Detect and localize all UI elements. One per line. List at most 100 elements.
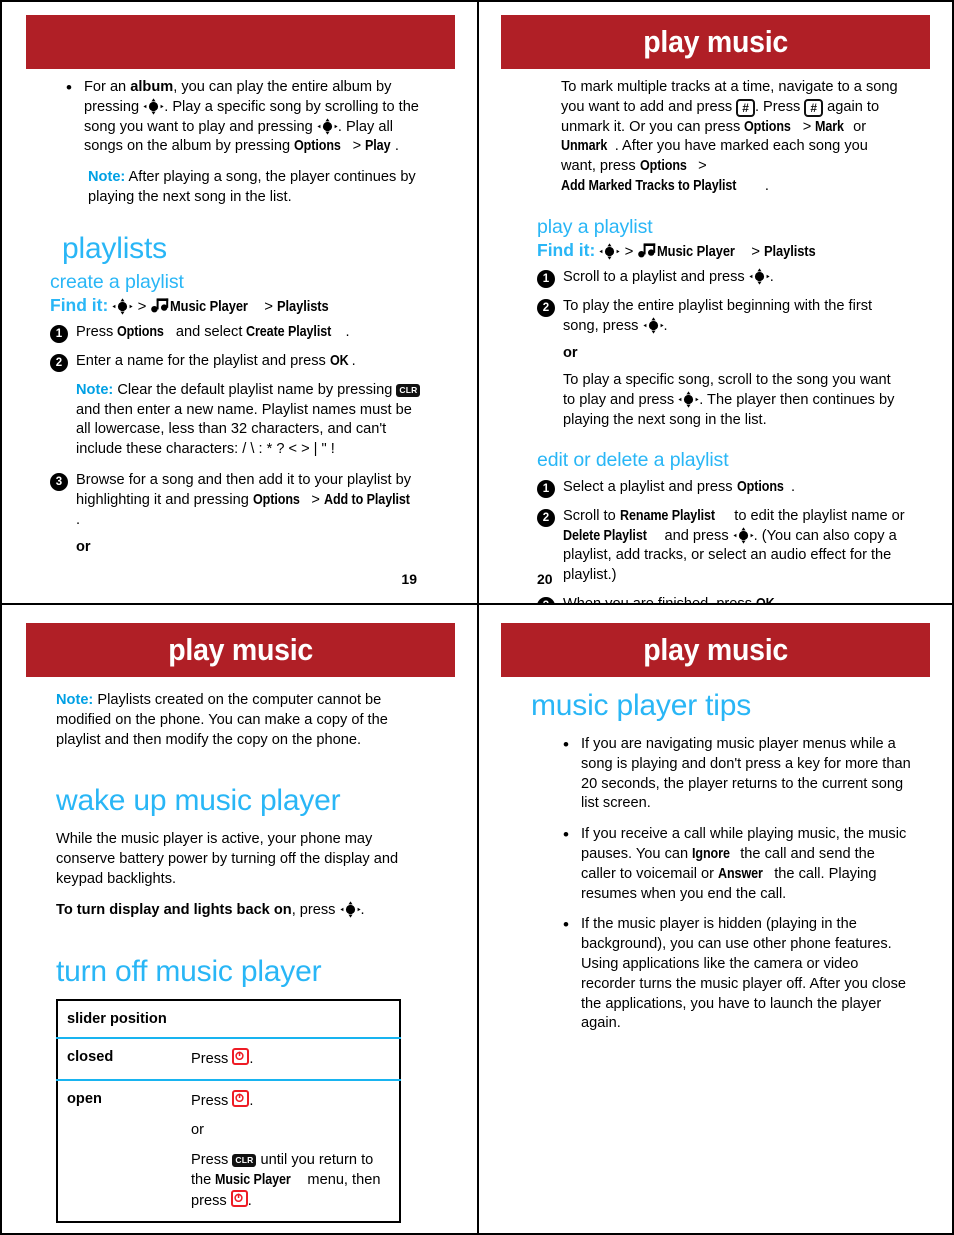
section-heading-turn-off: turn off music player xyxy=(56,954,322,988)
table-cell-value: Press . xyxy=(182,1038,400,1080)
section-heading-playlists: playlists xyxy=(62,231,167,265)
table-row: closed Press . xyxy=(57,1038,400,1080)
step-2: 2 Enter a name for the playlist and pres… xyxy=(50,352,427,372)
table-row: open Press . or Press CLR until you retu… xyxy=(57,1079,400,1222)
step-text: To play the entire playlist beginning wi… xyxy=(563,297,873,334)
note-label: Note: xyxy=(56,692,94,708)
bullet-dot-icon: • xyxy=(66,78,72,97)
page-19-content: • For an album, you can play the entire … xyxy=(50,78,427,565)
step-text: Scroll to a playlist and press . xyxy=(563,268,774,285)
note-label: Note: xyxy=(76,381,114,398)
bullet-text: If the music player is hidden (playing i… xyxy=(581,916,906,1032)
table-cell-label: open xyxy=(67,1090,102,1107)
step-number: 3 xyxy=(50,472,68,491)
nav-key-icon xyxy=(678,391,699,408)
bold-lead: To turn display and lights back on xyxy=(56,901,292,918)
menu-mark: Mark xyxy=(815,118,845,135)
bullet-text: If you receive a call while playing musi… xyxy=(581,826,907,902)
page-number: 19 xyxy=(401,571,417,587)
note-label: Note: xyxy=(88,169,126,186)
banner-title: play music xyxy=(643,24,788,59)
paragraph-play-specific: To play a specific song, scroll to the s… xyxy=(563,372,895,428)
softkey-ok: OK xyxy=(756,595,775,605)
note-clear-name: Note: Clear the default playlist name by… xyxy=(76,381,427,460)
bullet-dot-icon: • xyxy=(563,735,569,754)
step-number: 2 xyxy=(537,508,555,527)
step-1: 1 Press Options and select Create Playli… xyxy=(50,323,427,343)
step-text: Press Options and select Create Playlist… xyxy=(76,323,427,343)
section-heading-wake-up: wake up music player xyxy=(56,784,341,818)
page-banner xyxy=(26,15,455,69)
step-text: Scroll to Rename Playlist to edit the pl… xyxy=(563,507,905,584)
section-heading-tips: music player tips xyxy=(531,689,752,722)
softkey-options: Options xyxy=(294,138,341,155)
subheading-edit-delete-playlist: edit or delete a playlist xyxy=(537,448,729,471)
step-number: 1 xyxy=(50,324,68,343)
menu-play: Play xyxy=(365,138,391,155)
subheading-create-playlist: create a playlist xyxy=(50,270,184,293)
softkey-options: Options xyxy=(744,118,792,135)
banner-title: play music xyxy=(168,632,313,667)
step-1: 1 Scroll to a playlist and press . xyxy=(537,268,906,288)
table-header-cell: slider position xyxy=(67,1010,167,1027)
find-it-label: Find it: xyxy=(50,294,109,315)
clr-key-icon: CLR xyxy=(232,1153,257,1167)
softkey-options: Options xyxy=(736,478,784,495)
find-it-path: Find it: > Music Player > Playlists xyxy=(50,294,329,315)
tip-bullet-1: • If you are navigating music player men… xyxy=(559,735,911,814)
step-3: 3 When you are finished, press OK. xyxy=(537,595,906,605)
paragraph-turn-display-on: To turn display and lights back on, pres… xyxy=(56,901,365,918)
manual-spread: • For an album, you can play the entire … xyxy=(0,0,954,1235)
softkey-options: Options xyxy=(117,323,165,340)
nav-key-icon xyxy=(339,901,361,918)
or-label: or xyxy=(76,539,91,556)
menu-add-to-playlist: Add to Playlist xyxy=(323,491,410,508)
step-3: 3 Browse for a song and then add it to y… xyxy=(50,471,427,530)
or-label: or xyxy=(563,345,578,362)
menu-delete-playlist: Delete Playlist xyxy=(563,527,647,544)
page-19: • For an album, you can play the entire … xyxy=(0,0,477,605)
bullet-album: • For an album, you can play the entire … xyxy=(62,78,427,157)
softkey-answer: Answer xyxy=(718,865,763,882)
step-text: When you are finished, press OK. xyxy=(563,595,906,605)
table-header-row: slider position xyxy=(57,1000,400,1039)
step-1: 1 Select a playlist and press Options. xyxy=(537,478,906,498)
menu-playlists: Playlists xyxy=(277,297,329,315)
menu-music-player: Music Player xyxy=(215,1171,292,1188)
menu-rename-playlist: Rename Playlist xyxy=(619,507,715,524)
page-20: play music To mark multiple tracks at a … xyxy=(477,0,954,605)
nav-key-icon xyxy=(317,117,338,135)
bullet-dot-icon: • xyxy=(563,825,569,845)
nav-key-icon xyxy=(112,298,134,315)
subheading-play-playlist: play a playlist xyxy=(537,215,653,238)
menu-music-player: Music Player xyxy=(169,297,248,315)
bullet-text: If you are navigating music player menus… xyxy=(581,736,911,812)
table-line-or: or xyxy=(191,1122,204,1139)
table-cell-label: closed xyxy=(67,1049,114,1066)
paragraph-mark-tracks: To mark multiple tracks at a time, navig… xyxy=(561,78,906,197)
nav-key-icon xyxy=(599,243,621,260)
step-number: 3 xyxy=(537,596,555,603)
step-number: 2 xyxy=(537,298,555,317)
pound-key-icon: # xyxy=(804,98,824,117)
slider-position-table: slider position closed Press . open Pres… xyxy=(56,998,401,1223)
menu-unmark: Unmark xyxy=(561,138,608,155)
power-key-icon xyxy=(230,1190,248,1208)
softkey-ignore: Ignore xyxy=(692,845,731,862)
step-number: 1 xyxy=(537,269,555,288)
tip-bullet-2: • If you receive a call while playing mu… xyxy=(559,825,911,904)
find-it-label: Find it: xyxy=(537,239,596,260)
page-banner: play music xyxy=(501,623,930,677)
step-text: Browse for a song and then add it to you… xyxy=(76,471,412,528)
page-20-content: To mark multiple tracks at a time, navig… xyxy=(537,78,906,603)
music-note-icon xyxy=(637,243,657,258)
softkey-ok: OK xyxy=(329,352,349,369)
pound-key-icon: # xyxy=(736,98,755,117)
tip-bullet-3: • If the music player is hidden (playing… xyxy=(559,915,911,1034)
bullet-text: For an album, you can play the entire al… xyxy=(84,78,427,157)
nav-key-icon xyxy=(642,316,664,334)
nav-key-icon xyxy=(143,98,164,115)
page-number: 20 xyxy=(537,571,553,587)
step-number: 1 xyxy=(537,479,555,498)
power-key-icon xyxy=(232,1089,250,1107)
